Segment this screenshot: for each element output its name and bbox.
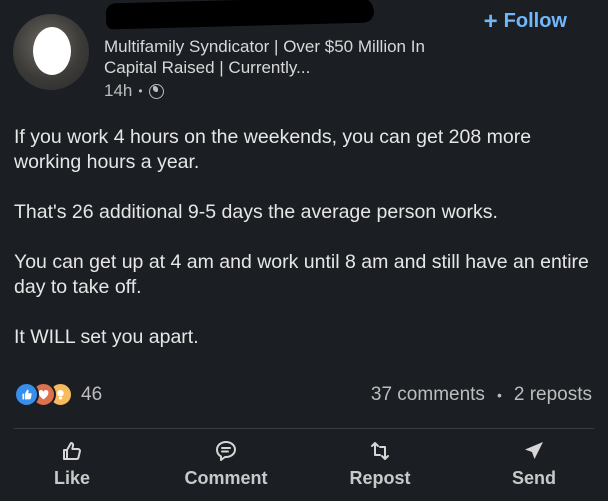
like-label: Like	[53, 468, 91, 488]
avatar-redaction	[33, 27, 71, 75]
comment-button[interactable]: Comment	[166, 439, 286, 489]
reactions-summary[interactable]: 46	[14, 382, 102, 407]
thumbs-up-icon	[63, 442, 81, 460]
plus-icon: +	[483, 7, 498, 35]
comment-icon	[216, 441, 236, 461]
meta-separator: •	[138, 84, 143, 98]
like-reaction-icon	[14, 382, 39, 407]
follow-button[interactable]: + Follow	[483, 7, 567, 35]
send-label: Send	[511, 468, 556, 488]
author-headline: Multifamily Syndicator | Over $50 Millio…	[104, 37, 425, 77]
feed-post: Multifamily Syndicator | Over $50 Millio…	[0, 0, 608, 501]
globe-icon	[148, 83, 164, 99]
post-paragraph: It WILL set you apart.	[14, 326, 199, 348]
engagement-counts: 37 comments • 2 reposts	[371, 384, 592, 406]
post-meta: 14h •	[104, 81, 164, 101]
post-paragraph: That's 26 additional 9-5 days the averag…	[14, 201, 498, 223]
post-time: 14h	[104, 81, 133, 100]
post-paragraph: If you work 4 hours on the weekends, you…	[14, 126, 532, 173]
reposts-count[interactable]: 2 reposts	[514, 384, 592, 406]
repost-icon	[371, 442, 389, 460]
comment-label: Comment	[184, 468, 268, 488]
counts-separator: •	[496, 387, 502, 403]
comments-count[interactable]: 37 comments	[371, 384, 485, 406]
send-icon	[525, 442, 543, 459]
send-button[interactable]: Send	[474, 439, 594, 489]
repost-button[interactable]: Repost	[320, 439, 440, 489]
author-name-redacted	[105, 0, 375, 30]
repost-label: Repost	[349, 468, 411, 488]
post-content: If you work 4 hours on the weekends, you…	[14, 125, 599, 375]
author-avatar[interactable]	[13, 14, 89, 90]
follow-label: Follow	[503, 10, 567, 32]
action-bar: Like Comment Repost Send	[0, 439, 608, 497]
reaction-count: 46	[81, 383, 103, 405]
like-button[interactable]: Like	[12, 439, 132, 489]
divider	[14, 428, 594, 429]
post-paragraph: You can get up at 4 am and work until 8 …	[14, 251, 589, 298]
